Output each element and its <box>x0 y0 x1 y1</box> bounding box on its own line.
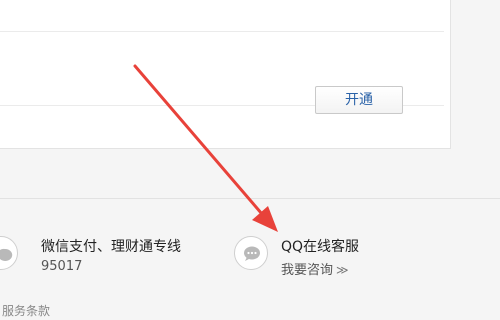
service-panel: 开通 开通 <box>0 0 451 149</box>
wechat-chat-icon <box>0 236 18 270</box>
service-row: 开通 <box>0 31 444 114</box>
section-divider <box>0 198 500 199</box>
consult-link[interactable]: 我要咨询 ≫ <box>281 259 349 278</box>
consult-link-label: 我要咨询 <box>281 263 334 278</box>
activate-button[interactable]: 开通 <box>315 86 403 114</box>
wechat-hotline-number: 95017 <box>41 259 83 274</box>
qq-chat-icon[interactable] <box>234 236 268 270</box>
terms-of-service-link[interactable]: 服务条款 <box>2 302 50 319</box>
double-chevron-right-icon: ≫ <box>336 263 349 277</box>
service-row: 开通 <box>0 0 444 32</box>
wechat-hotline-title: 微信支付、理财通专线 <box>41 239 181 255</box>
qq-online-service-title[interactable]: QQ在线客服 <box>281 236 359 256</box>
